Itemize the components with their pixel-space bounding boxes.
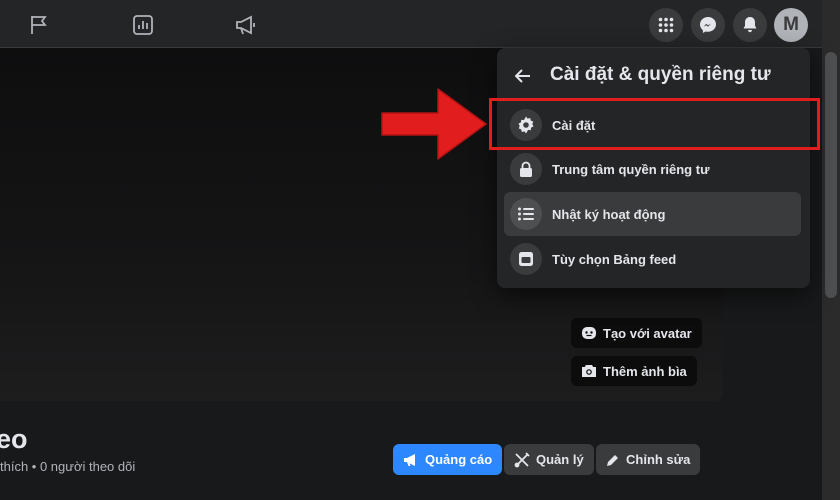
camera-icon (582, 365, 596, 377)
megaphone-icon[interactable] (234, 13, 258, 37)
back-arrow-icon[interactable] (513, 66, 533, 86)
add-cover-photo-label: Thêm ảnh bìa (603, 363, 687, 379)
profile-avatar[interactable]: M (774, 8, 808, 42)
annotation-highlight-box (489, 98, 820, 150)
edit-button-label: Chỉnh sửa (626, 452, 691, 467)
scrollbar-thumb[interactable] (825, 52, 837, 298)
notifications-bell-icon[interactable] (733, 8, 767, 42)
page-scrollbar[interactable] (822, 0, 840, 500)
top-navigation-bar: M (0, 0, 822, 48)
add-cover-photo-button[interactable]: Thêm ảnh bìa (571, 356, 697, 386)
tools-icon (514, 451, 530, 467)
ads-button[interactable]: Quảng cáo (393, 444, 503, 475)
page-stats: thích • 0 người theo dõi (0, 459, 136, 474)
create-with-avatar-button[interactable]: Tạo với avatar (571, 318, 702, 348)
menu-header: Cài đặt & quyền riêng tư (497, 58, 810, 94)
megaphone-icon (404, 453, 415, 466)
manage-button-label: Quản lý (536, 452, 584, 467)
menu-item-feed-preferences[interactable]: Tùy chọn Bảng feed (504, 237, 801, 281)
pencil-icon (607, 454, 618, 466)
avatar-letter: M (783, 14, 799, 35)
feed-icon (510, 243, 542, 275)
menu-title: Cài đặt & quyền riêng tư (550, 64, 771, 85)
insights-chart-icon[interactable] (131, 13, 155, 37)
ads-button-label: Quảng cáo (425, 452, 493, 467)
menu-item-label: Trung tâm quyền riêng tư (552, 161, 710, 177)
menu-item-label: Tùy chọn Bảng feed (552, 251, 677, 267)
menu-item-privacy-center[interactable]: Trung tâm quyền riêng tư (504, 147, 801, 191)
avatar-face-icon (582, 327, 596, 339)
list-icon (510, 198, 542, 230)
menu-item-label: Nhật ký hoạt động (552, 206, 666, 222)
menu-item-activity-log[interactable]: Nhật ký hoạt động (504, 192, 801, 236)
annotation-arrow-icon (381, 88, 487, 160)
page-title: eo (0, 424, 28, 454)
manage-button[interactable]: Quản lý (504, 444, 594, 475)
create-with-avatar-label: Tạo với avatar (603, 325, 692, 341)
flag-icon[interactable] (27, 13, 51, 37)
settings-privacy-menu: Cài đặt & quyền riêng tư Cài đặt Trung t… (497, 48, 810, 288)
edit-button[interactable]: Chỉnh sửa (596, 444, 701, 475)
messenger-icon[interactable] (691, 8, 725, 42)
lock-icon (510, 153, 542, 185)
menu-grid-icon[interactable] (649, 8, 683, 42)
